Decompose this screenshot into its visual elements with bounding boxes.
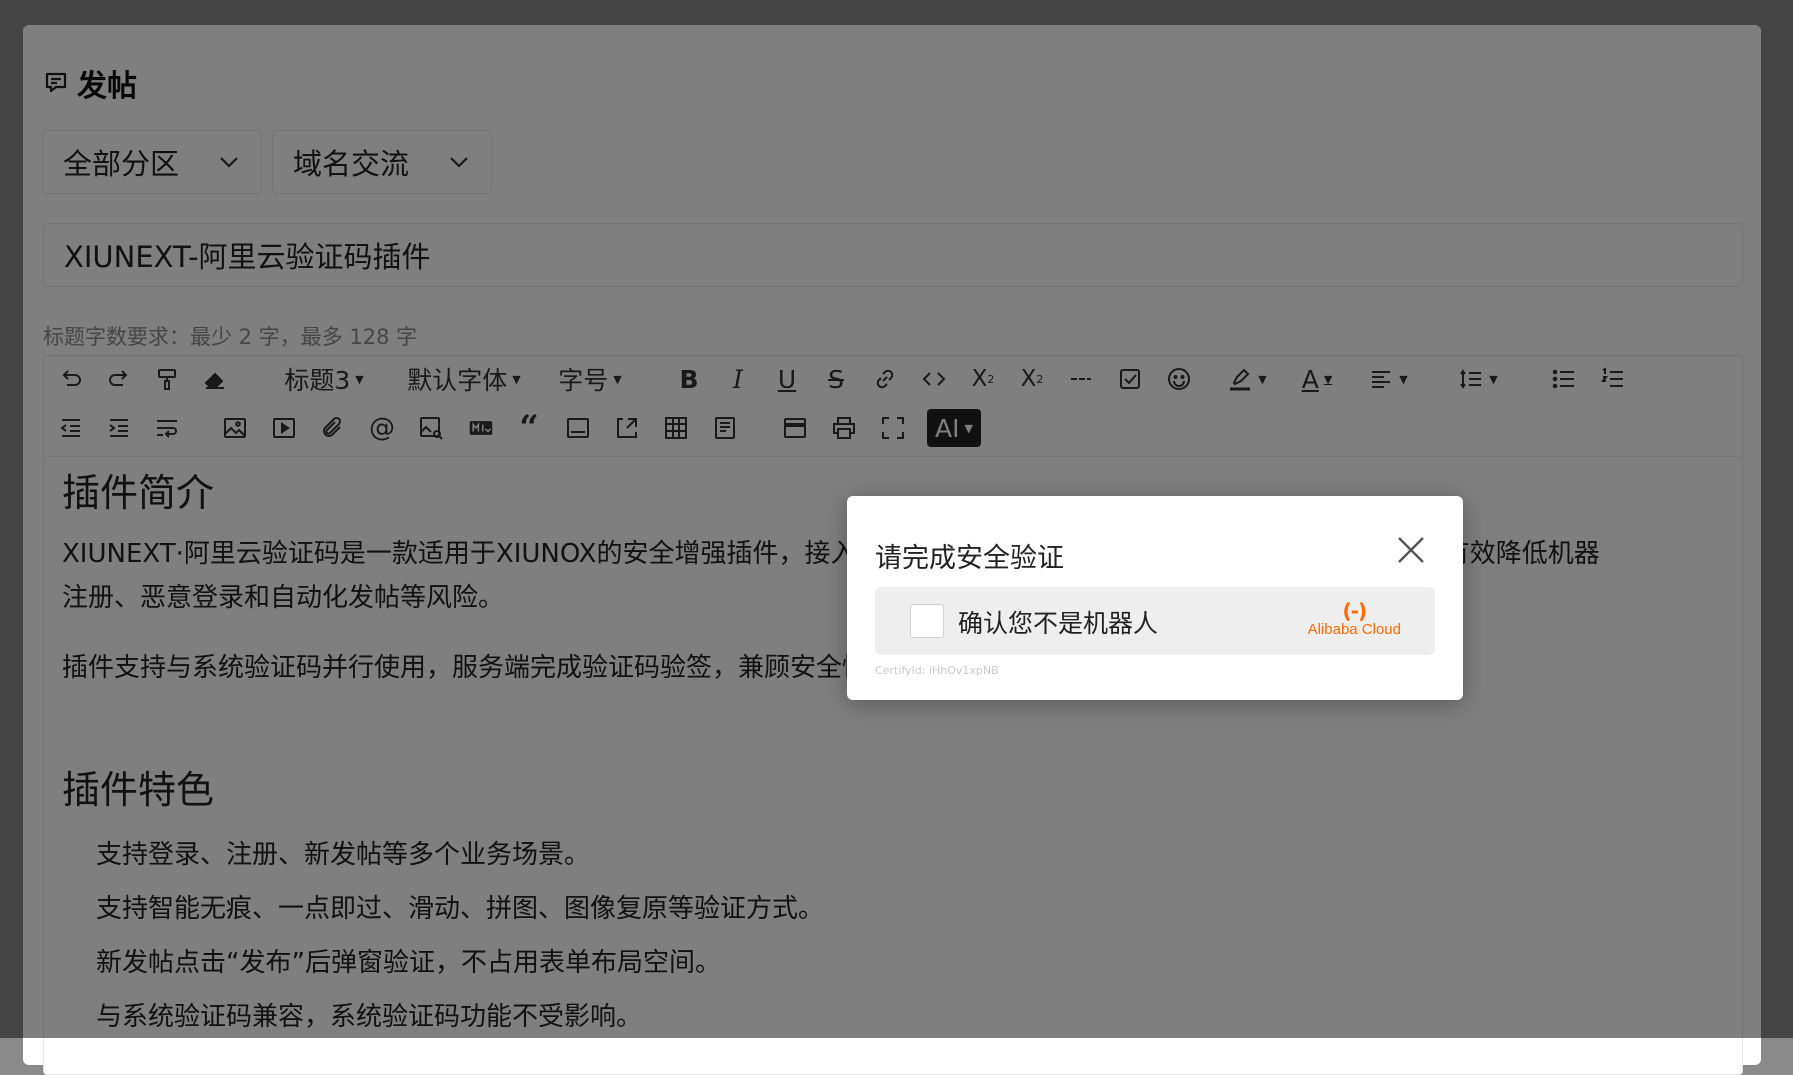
certify-id: CertifyId: iHhOv1xpNB	[875, 664, 999, 677]
dialog-title: 请完成安全验证	[875, 543, 1064, 574]
captcha-dialog: 请完成安全验证 确认您不是机器人 (-) Alibaba Cloud Certi…	[847, 496, 1463, 700]
close-icon[interactable]	[1395, 534, 1427, 566]
not-robot-checkbox[interactable]	[910, 604, 944, 638]
alibaba-cloud-icon: (-)	[1342, 599, 1368, 623]
captcha-widget[interactable]: 确认您不是机器人 (-) Alibaba Cloud	[875, 587, 1435, 655]
brand-name: Alibaba Cloud	[1307, 621, 1401, 638]
checkbox-label: 确认您不是机器人	[958, 609, 1159, 638]
alibaba-cloud-logo: (-) Alibaba Cloud	[1308, 601, 1401, 639]
